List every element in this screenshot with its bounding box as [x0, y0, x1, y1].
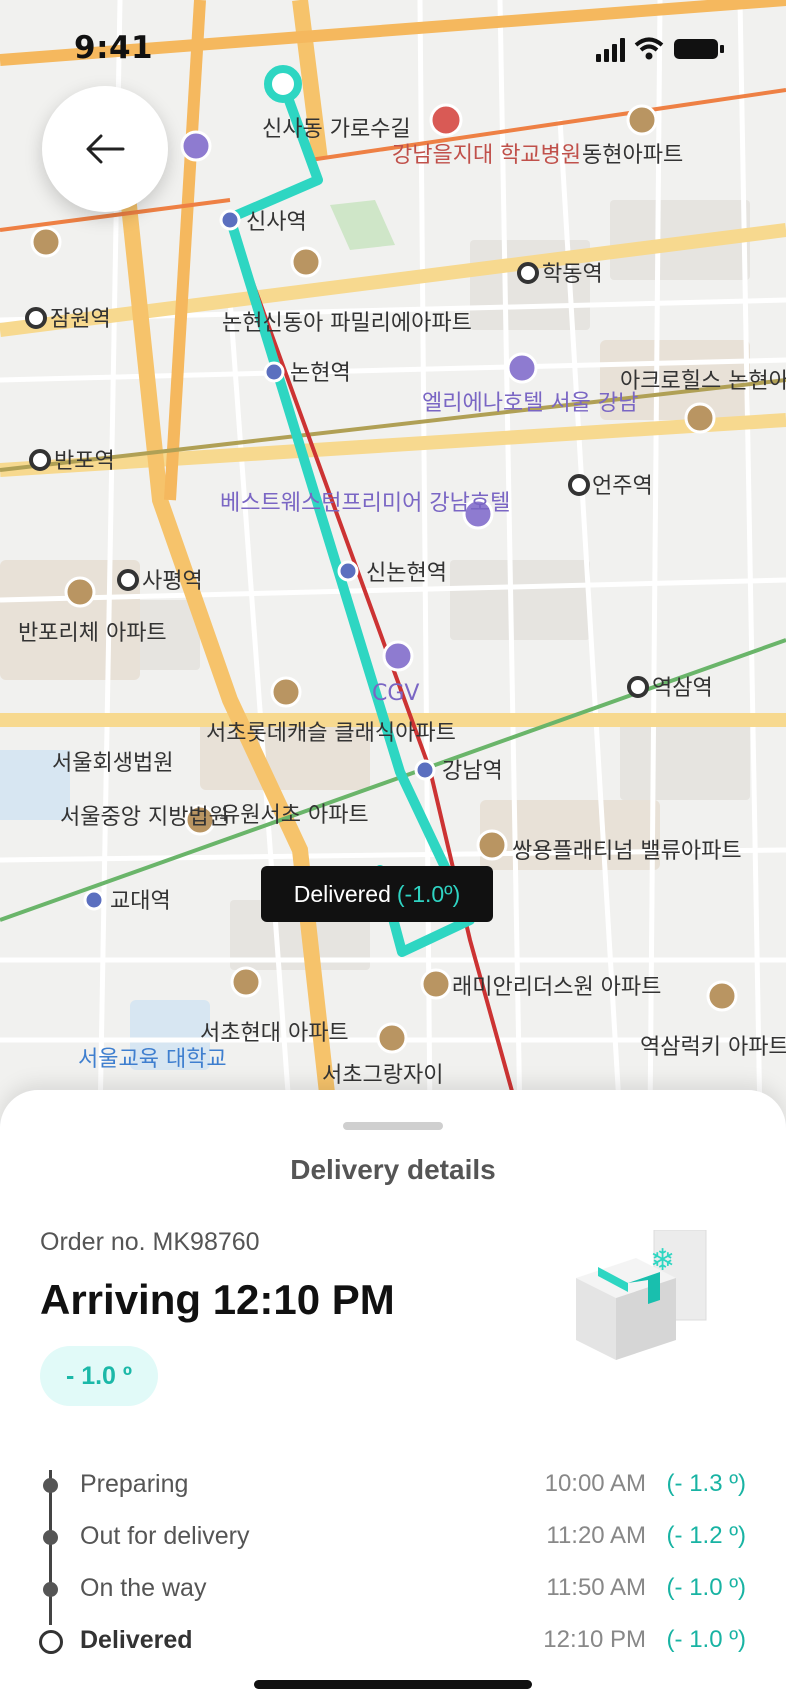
- map-label-banpo-apt[interactable]: 반포리체 아파트: [18, 621, 167, 646]
- delivery-details-sheet[interactable]: Delivery details Order no. MK98760 Arriv…: [0, 1090, 786, 1704]
- timeline-temp: (- 1.2 º): [666, 1522, 746, 1549]
- station-marker[interactable]: [117, 569, 139, 591]
- timeline-time: 11:50 AM: [546, 1574, 646, 1601]
- map-label-nonhyeon-apt[interactable]: 논현신동아 파밀리에아파트: [222, 311, 472, 336]
- hotel-poi-icon[interactable]: [506, 352, 538, 384]
- timeline-time: 12:10 PM: [543, 1626, 646, 1653]
- apartment-poi-icon[interactable]: [626, 104, 658, 136]
- timeline-step-preparing: Preparing 10:00 AM (- 1.3 º): [0, 1460, 786, 1512]
- map-label-banpo[interactable]: 반포역: [54, 449, 115, 474]
- station-marker[interactable]: [219, 209, 241, 231]
- station-marker[interactable]: [83, 889, 105, 911]
- arrow-left-icon: [86, 134, 125, 164]
- map-label-sapyeong[interactable]: 사평역: [142, 569, 203, 594]
- map-label-eonju[interactable]: 언주역: [592, 474, 653, 499]
- map-label-yuwon[interactable]: 유원서초 아파트: [220, 803, 369, 828]
- map-label-seocho-lotte[interactable]: 서초롯데캐슬 클래식아파트: [206, 721, 456, 746]
- status-bar: 9:41: [0, 0, 786, 100]
- signal-wifi-battery-icon: [596, 37, 724, 62]
- timeline-label: On the way: [80, 1574, 207, 1602]
- map-label-cgv[interactable]: CGV: [372, 681, 419, 706]
- timeline-label: Preparing: [80, 1470, 189, 1498]
- tooltip-temp: (-1.0º): [396, 880, 461, 907]
- timeline-step-delivered: Delivered 12:10 PM (- 1.0 º): [0, 1616, 786, 1668]
- map-label-hakdong[interactable]: 학동역: [542, 262, 603, 287]
- tooltip-label: Delivered: [293, 880, 391, 907]
- home-indicator[interactable]: [254, 1680, 532, 1689]
- station-marker[interactable]: [517, 262, 539, 284]
- status-time: 9:41: [74, 30, 154, 66]
- map-label-jamwon[interactable]: 잠원역: [50, 307, 111, 332]
- apartment-poi-icon[interactable]: [64, 576, 96, 608]
- map-label-edu-univ[interactable]: 서울교육 대학교: [78, 1047, 227, 1072]
- map-label-court1[interactable]: 서울회생법원: [52, 751, 173, 776]
- snowflake-icon: ❄: [650, 1244, 675, 1277]
- order-number: Order no. MK98760: [40, 1228, 260, 1256]
- map-label-garosu[interactable]: 신사동 가로수길: [262, 117, 411, 142]
- map-label-seocho-hyundai[interactable]: 서초현대 아파트: [200, 1021, 349, 1046]
- timeline-time: 10:00 AM: [544, 1470, 646, 1497]
- map-label-ssangyong[interactable]: 쌍용플래티넘 밸류아파트: [512, 839, 742, 864]
- map-label-nonhyeon[interactable]: 논현역: [290, 361, 351, 386]
- timeline-temp: (- 1.0 º): [666, 1574, 746, 1601]
- apartment-poi-icon[interactable]: [684, 402, 716, 434]
- timeline-dot: [43, 1530, 58, 1545]
- apartment-poi-icon[interactable]: [706, 980, 738, 1012]
- map-label-gyodae[interactable]: 교대역: [110, 889, 171, 914]
- timeline-dot-current: [39, 1630, 63, 1654]
- station-marker[interactable]: [337, 560, 359, 582]
- cold-box-illustration-icon: ❄ ❄: [576, 1230, 707, 1360]
- sheet-drag-handle[interactable]: [343, 1122, 443, 1130]
- map-label-gangnam[interactable]: 강남역: [442, 759, 503, 784]
- timeline-label: Delivered: [80, 1626, 193, 1654]
- apartment-poi-icon[interactable]: [290, 246, 322, 278]
- timeline-dot: [43, 1582, 58, 1597]
- map-label-sinsa[interactable]: 신사역: [246, 210, 307, 235]
- arrival-time: Arriving 12:10 PM: [40, 1276, 395, 1323]
- map-label-yeoksam-lucky[interactable]: 역삼럭키 아파트: [640, 1035, 786, 1060]
- status-icons: [596, 36, 726, 66]
- timeline-dot: [43, 1478, 58, 1493]
- apartment-poi-icon[interactable]: [270, 676, 302, 708]
- timeline-label: Out for delivery: [80, 1522, 250, 1550]
- station-marker[interactable]: [627, 676, 649, 698]
- timeline-step-out-for-delivery: Out for delivery 11:20 AM (- 1.2 º): [0, 1512, 786, 1564]
- map-label-bestwestern[interactable]: 베스트웨스턴프리미어 강남호텔: [220, 491, 510, 516]
- apartment-poi-icon[interactable]: [476, 829, 508, 861]
- map-label-elena[interactable]: 엘리에나호텔 서울 강남: [422, 391, 638, 416]
- map-label-yeoksam[interactable]: 역삼역: [652, 676, 713, 701]
- map-label-donghyeon[interactable]: 동현아파트: [582, 143, 683, 168]
- delivery-timeline: Preparing 10:00 AM (- 1.3 º) Out for del…: [0, 1460, 786, 1680]
- map-label-hospital[interactable]: 강남을지대 학교병원: [392, 143, 581, 168]
- temperature-badge: - 1.0 º: [40, 1346, 158, 1406]
- hotel-poi-icon[interactable]: [180, 130, 212, 162]
- map-label-court2[interactable]: 서울중앙 지방법원: [60, 805, 229, 830]
- delivered-tooltip: Delivered (-1.0º): [261, 866, 493, 922]
- map-label-acro[interactable]: 아크로힐스 논현아파트: [620, 369, 786, 394]
- station-marker[interactable]: [25, 307, 47, 329]
- timeline-step-on-the-way: On the way 11:50 AM (- 1.0 º): [0, 1564, 786, 1616]
- hospital-poi-icon[interactable]: [429, 103, 463, 137]
- station-marker[interactable]: [263, 361, 285, 383]
- station-marker[interactable]: [29, 449, 51, 471]
- timeline-time: 11:20 AM: [546, 1522, 646, 1549]
- apartment-poi-icon[interactable]: [230, 966, 262, 998]
- apartment-poi-icon[interactable]: [30, 226, 62, 258]
- cinema-poi-icon[interactable]: [382, 640, 414, 672]
- timeline-temp: (- 1.3 º): [666, 1470, 746, 1497]
- timeline-temp: (- 1.0 º): [666, 1626, 746, 1653]
- sheet-title: Delivery details: [290, 1154, 496, 1185]
- map-label-seocho-grand[interactable]: 서초그랑자이: [322, 1063, 443, 1088]
- apartment-poi-icon[interactable]: [376, 1022, 408, 1054]
- station-marker[interactable]: [414, 759, 436, 781]
- apartment-poi-icon[interactable]: [420, 968, 452, 1000]
- station-marker[interactable]: [568, 474, 590, 496]
- map-label-sinnonhyeon[interactable]: 신논현역: [366, 561, 447, 586]
- back-button[interactable]: [42, 86, 168, 212]
- map-label-raemian[interactable]: 래미안리더스원 아파트: [452, 975, 661, 1000]
